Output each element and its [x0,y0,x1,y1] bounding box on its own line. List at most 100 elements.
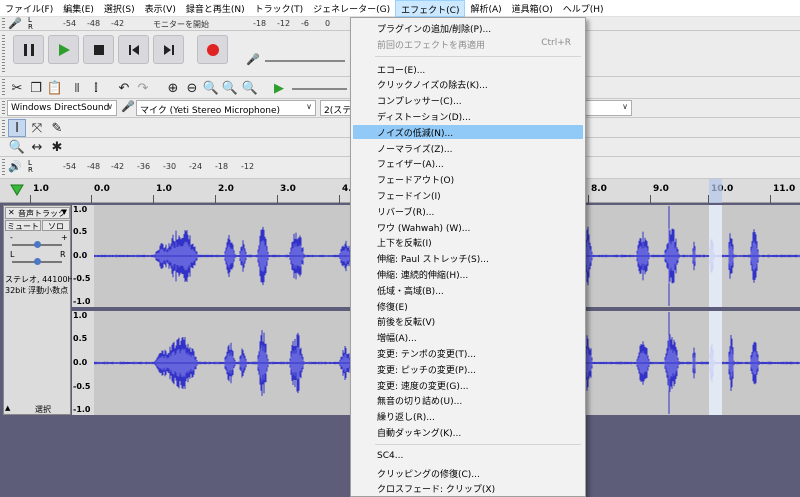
effect-menu-item-label: 前後を反転(V) [377,318,436,329]
multi-tool-icon[interactable]: ✱ [48,138,66,156]
select-track-button[interactable]: 選択 [18,404,68,414]
copy-icon[interactable]: ❐ [27,79,45,97]
effect-menu-item[interactable]: コンプレッサー(C)... [353,93,583,107]
effect-menu-item[interactable]: ノイズの低減(N)... [353,124,583,139]
menu-item[interactable]: トラック(T) [250,0,309,17]
collapse-icon[interactable]: ▲ [5,404,15,414]
pause-button[interactable] [13,35,44,64]
gain-slider-thumb[interactable] [34,241,41,248]
menu-item[interactable]: エフェクト(C) [395,0,466,17]
speaker-icon[interactable]: 🔊 [8,160,22,173]
effect-menu-item[interactable]: 低域・高域(B)... [353,283,583,297]
effect-menu-item[interactable]: 伸縮: Paul ストレッチ(S)... [353,251,583,265]
pan-slider[interactable] [12,258,62,265]
zoom-in-icon[interactable]: ⊕ [164,79,182,97]
toolbar-grip[interactable] [2,18,5,30]
toolbar-grip[interactable] [2,35,5,73]
effect-menu-item[interactable]: ディストーション(D)... [353,109,583,123]
timeline-triangle-icon[interactable] [10,184,24,196]
gain-slider[interactable] [12,241,62,248]
toolbar-grip[interactable] [2,120,5,136]
input-device-select[interactable]: マイク (Yeti Stereo Microphone) ∨ [136,100,316,116]
effect-menu-item[interactable]: リバーブ(R)... [353,204,583,218]
effect-menu-item[interactable]: 自動ダッキング(K)... [353,425,583,439]
menu-item[interactable]: 解析(A) [465,0,506,17]
effect-menu-item[interactable]: クロスフェード: クリップ(X) [353,481,583,495]
time-shift-tool-icon[interactable]: ↔ [28,138,46,156]
effect-menu-item[interactable]: クリッピングの修復(C)... [353,466,583,480]
meter-scale-label: -36 [137,162,151,171]
effect-menu-item[interactable]: フェードイン(I) [353,188,583,202]
play-button[interactable] [48,35,79,64]
vertical-scale-bottom[interactable]: 1.0 0.5 0.0 -0.5 -1.0 [72,311,94,415]
effect-menu-item[interactable]: 繰り返し(R)... [353,409,583,423]
draw-tool-icon[interactable]: ✎ [48,119,66,137]
record-button[interactable] [197,35,228,64]
menu-item[interactable]: 選択(S) [99,0,140,17]
stop-button[interactable] [83,35,114,64]
skip-to-end-button[interactable] [153,35,184,64]
effect-menu-item[interactable]: エコー(E)... [353,62,583,76]
toolbar-grip[interactable] [2,101,5,116]
fit-selection-icon[interactable]: 🔍 [202,79,220,97]
effect-menu-item[interactable]: 前後を反転(V) [353,314,583,328]
solo-button[interactable]: ソロ [42,220,70,231]
menu-item[interactable]: 表示(V) [140,0,181,17]
effect-menu-item[interactable]: 変更: 速度の変更(G)... [353,378,583,392]
envelope-tool-icon[interactable]: ⤧ [28,119,46,137]
recording-volume-slider[interactable] [265,60,345,62]
trim-icon[interactable]: ⫼ [68,79,86,97]
effect-menu-item-label: ワウ (Wahwah) (W)... [377,223,471,234]
play-at-speed-icon[interactable]: ▶ [270,79,288,97]
silence-icon[interactable]: ⫿ [87,79,105,97]
tick-label: 0.0 [94,184,110,194]
vertical-scale-top[interactable]: 1.0 0.5 0.0 -0.5 -1.0 [72,205,94,307]
toolbar-grip[interactable] [2,159,5,177]
redo-icon[interactable]: ↷ [134,79,152,97]
meter-right-label: R [28,23,33,31]
play-icon [58,43,70,56]
effect-menu-item[interactable]: フェードアウト(O) [353,172,583,186]
track-name-button[interactable]: ✕ 音声トラック ▼ [5,207,70,219]
effect-menu-item[interactable]: 伸縮: 連続的伸縮(H)... [353,267,583,281]
menu-item[interactable]: ジェネレーター(G) [308,0,395,17]
menu-item[interactable]: 録音と再生(N) [181,0,250,17]
menu-item[interactable]: ファイル(F) [0,0,58,17]
meter-scale-label: -48 [87,162,101,171]
effect-menu-item[interactable]: ワウ (Wahwah) (W)... [353,220,583,234]
paste-icon[interactable]: 📋 [46,79,64,97]
selection-tool-icon[interactable]: I [8,119,26,137]
meter-scale-label: -54 [63,162,77,171]
toolbar-grip[interactable] [2,79,5,97]
effect-menu-item[interactable]: フェイザー(A)... [353,156,583,170]
effect-menu-item[interactable]: SC4... [353,450,583,464]
zoom-tool-icon[interactable]: 🔍 [8,138,26,156]
play-speed-slider[interactable] [292,88,347,90]
undo-icon[interactable]: ↶ [115,79,133,97]
effect-menu-item[interactable]: 無音の切り詰め(U)... [353,393,583,407]
effect-menu-item-label: 変更: 速度の変更(G)... [377,381,469,392]
menu-item[interactable]: 編集(E) [58,0,99,17]
mute-button[interactable]: ミュート [5,220,41,231]
skip-to-start-button[interactable] [118,35,149,64]
scale-label: 0.0 [73,251,88,260]
effect-menu-item[interactable]: 修復(E) [353,299,583,313]
fit-project-icon[interactable]: 🔍 [221,79,239,97]
effect-menu-item[interactable]: 変更: ピッチの変更(P)... [353,362,583,376]
effect-menu-item[interactable]: 変更: テンポの変更(T)... [353,346,583,360]
effect-menu-item[interactable]: 増幅(A)... [353,330,583,344]
pan-slider-thumb[interactable] [34,258,41,265]
zoom-toggle-icon[interactable]: 🔍 [241,79,259,97]
zoom-out-icon[interactable]: ⊖ [183,79,201,97]
effect-menu-item-label: ノーマライズ(Z)... [377,144,453,155]
microphone-icon[interactable]: 🎤 [8,17,22,30]
effect-menu-item[interactable]: ノーマライズ(Z)... [353,141,583,155]
menu-item[interactable]: ヘルプ(H) [558,0,609,17]
effect-menu-item[interactable]: クリックノイズの除去(K)... [353,77,583,91]
effect-menu-item[interactable]: プラグインの追加/削除(P)... [353,21,583,35]
menu-item[interactable]: 道具箱(O) [507,0,558,17]
close-icon[interactable]: ✕ [8,208,15,217]
cut-icon[interactable]: ✂ [8,79,26,97]
audio-host-select[interactable]: Windows DirectSound ∨ [7,100,117,116]
effect-menu-item[interactable]: 上下を反転(I) [353,235,583,249]
